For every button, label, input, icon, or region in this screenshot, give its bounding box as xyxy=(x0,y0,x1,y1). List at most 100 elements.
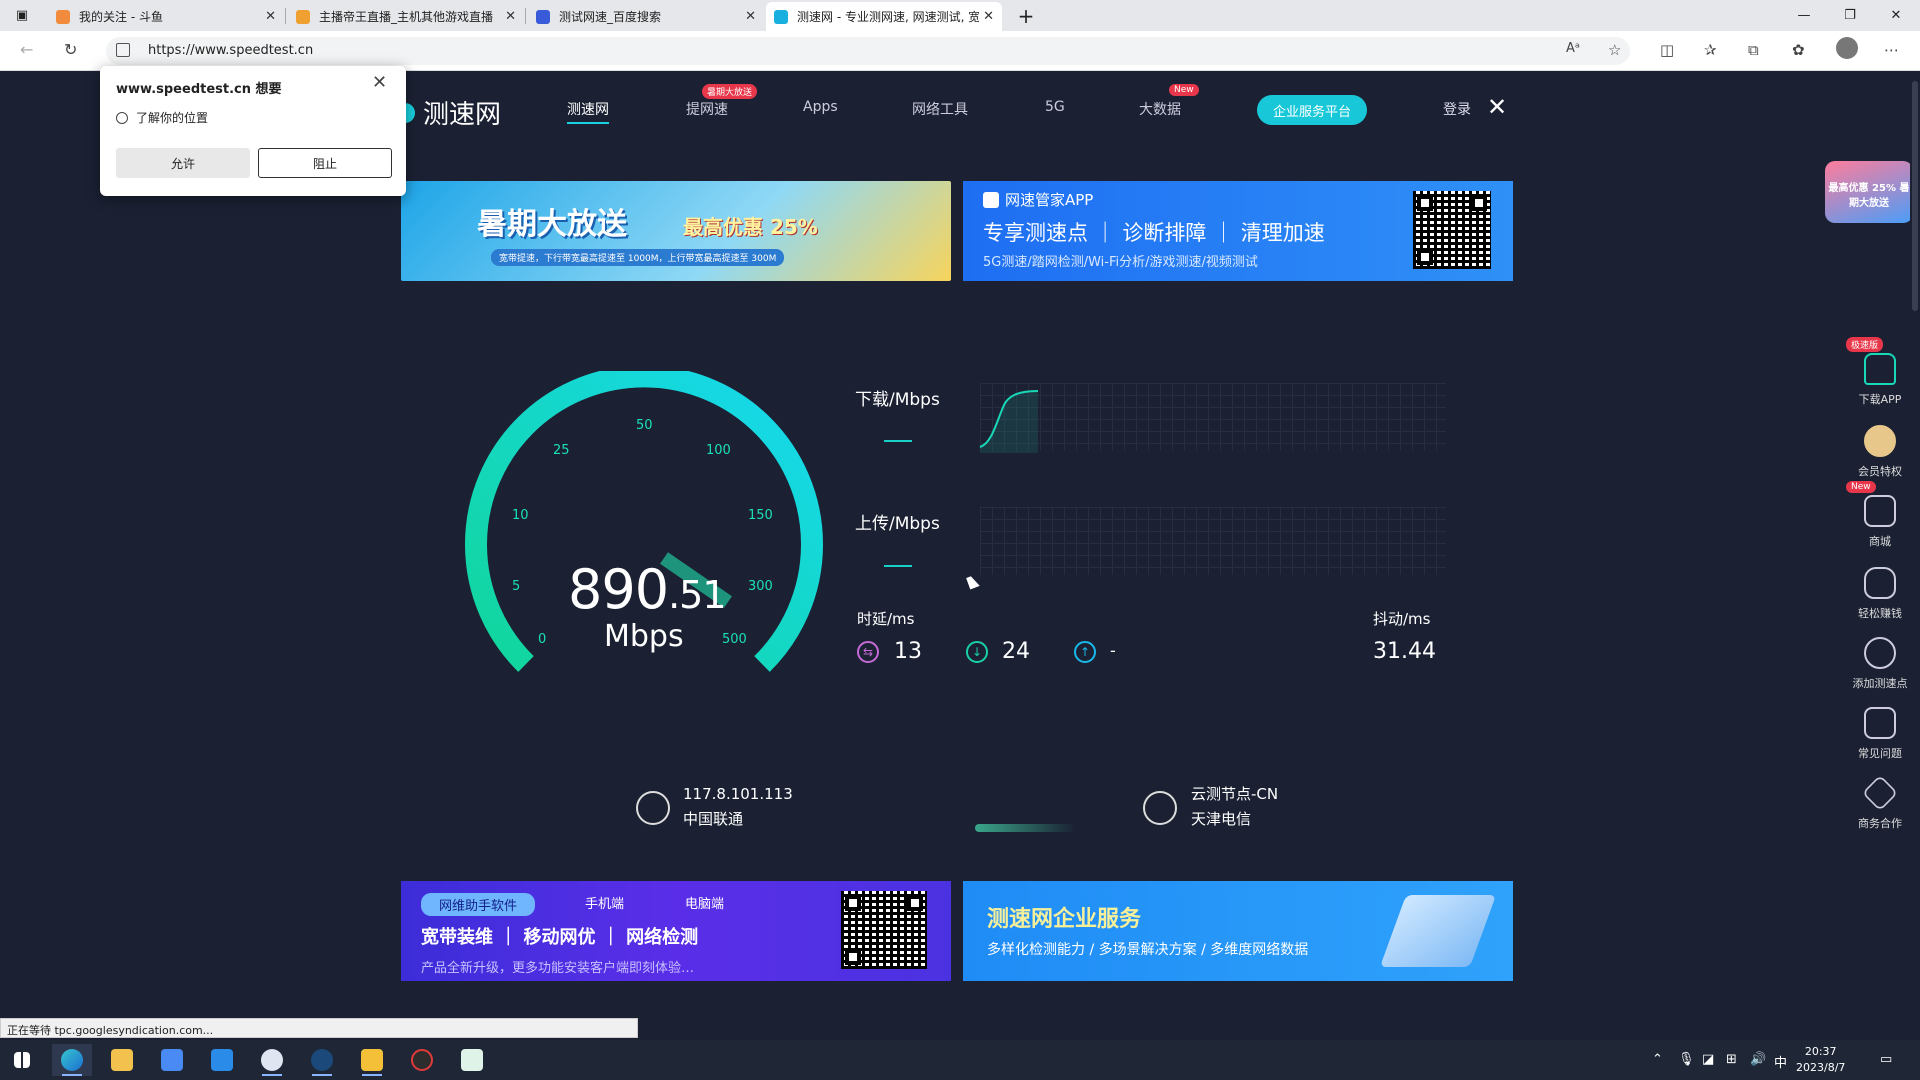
baidu-favicon-icon xyxy=(536,9,550,24)
server-isp: 天津电信 xyxy=(1191,810,1252,828)
page-scrollbar[interactable] xyxy=(1910,71,1920,1035)
collections-icon[interactable]: ⧉ xyxy=(1748,41,1759,59)
taskbar-app-notepad[interactable] xyxy=(452,1044,492,1076)
tab-separator xyxy=(285,8,286,24)
taskbar-file-explorer[interactable] xyxy=(102,1044,142,1076)
nav-5g[interactable]: 5G xyxy=(1045,99,1065,115)
url-field[interactable]: https://www.speedtest.cn xyxy=(106,37,1630,65)
jitter-value: 31.44 xyxy=(1373,639,1436,664)
tray-chevron-icon[interactable]: ⌃ xyxy=(1652,1052,1663,1067)
start-button[interactable] xyxy=(2,1044,42,1076)
url-text[interactable]: https://www.speedtest.cn xyxy=(148,43,313,58)
server-info[interactable]: 云测节点-CN 天津电信 xyxy=(1191,782,1278,832)
favorite-star-icon[interactable]: ☆ xyxy=(1608,41,1621,59)
app-banner-header-text: 网速管家APP xyxy=(1005,191,1094,209)
close-icon[interactable]: ✕ xyxy=(1487,93,1507,121)
running-indicator xyxy=(362,1074,382,1076)
mouse-cursor-icon xyxy=(966,574,980,590)
site-logo[interactable]: 测速网 xyxy=(405,94,501,131)
tab-close-icon[interactable]: ✕ xyxy=(265,9,276,24)
download-label: 下载/Mbps xyxy=(855,390,940,410)
nav-speedtest[interactable]: 测速网 xyxy=(567,99,609,124)
tab-livestream[interactable]: 主播帝王直播_主机其他游戏直播 ✕ xyxy=(288,2,524,31)
tab-label: 测试网速_百度搜索 xyxy=(559,10,662,24)
nav-apps[interactable]: Apps xyxy=(803,99,838,115)
taskbar-mail[interactable] xyxy=(202,1044,242,1076)
more-menu-icon[interactable]: ⋯ xyxy=(1884,41,1899,59)
taskbar-steam[interactable] xyxy=(302,1044,342,1076)
tab-label: 我的关注 - 斗鱼 xyxy=(79,10,163,24)
enterprise-platform-button[interactable]: 企业服务平台 xyxy=(1257,95,1367,125)
sidebar-item-membership[interactable]: 会员特权 xyxy=(1840,425,1920,479)
qr-code-icon xyxy=(1413,191,1491,269)
summer-promo-banner[interactable]: 暑期大放送 最高优惠 25% 宽带提速，下行带宽最高提速至 1000M，上行带宽… xyxy=(401,181,951,281)
nav-boost[interactable]: 提网速 xyxy=(686,99,728,119)
sidebar-label: 添加测速点 xyxy=(1852,677,1908,690)
windows-taskbar: ⌃ 🎙 ◪ ⊞ 🔊 中 20:37 2023/8/7 ▭ xyxy=(0,1040,1920,1080)
block-button[interactable]: 阻止 xyxy=(258,148,392,178)
server-name[interactable]: 云测节点-CN xyxy=(1191,782,1278,807)
scrollbar-thumb[interactable] xyxy=(1912,81,1918,311)
nav-big-data[interactable]: 大数据 xyxy=(1139,99,1181,119)
new-tab-button[interactable]: + xyxy=(1004,0,1048,31)
sidebar-item-add-node[interactable]: 添加测速点 xyxy=(1840,637,1920,691)
permission-title: www.speedtest.cn 想要 xyxy=(116,82,282,97)
taskbar-app-owl[interactable] xyxy=(352,1044,392,1076)
read-aloud-icon[interactable]: Aᵃ xyxy=(1566,41,1580,56)
minimize-button[interactable]: — xyxy=(1782,0,1826,31)
close-icon[interactable]: ✕ xyxy=(372,72,387,93)
assistant-software-banner[interactable]: 网维助手软件 手机端 电脑端 宽带装维 ｜ 移动网优 ｜ 网络检测 产品全新升级… xyxy=(401,881,951,981)
summer-promo-badge[interactable]: 最高优惠 25% 暑期大放送 xyxy=(1825,161,1913,223)
app-promo-banner[interactable]: 网速管家APP 专享测速点 ｜ 诊断排障 ｜ 清理加速 5G测速/踏网检测/Wi… xyxy=(963,181,1513,281)
app-banner-sub: 5G测速/踏网检测/Wi-Fi分析/游戏测速/视频测试 xyxy=(983,255,1258,270)
tab-close-icon[interactable]: ✕ xyxy=(505,9,516,24)
question-icon xyxy=(1864,707,1896,739)
restore-button[interactable]: ❐ xyxy=(1828,0,1872,31)
clock[interactable]: 20:37 2023/8/7 xyxy=(1796,1044,1845,1076)
enterprise-service-banner[interactable]: 测速网企业服务 多样化检测能力 / 多场景解决方案 / 多维度网络数据 xyxy=(963,881,1513,981)
taskbar-flight-app[interactable] xyxy=(252,1044,292,1076)
login-link[interactable]: 登录 xyxy=(1443,99,1471,119)
close-window-button[interactable]: ✕ xyxy=(1874,0,1918,31)
volume-icon[interactable]: 🔊 xyxy=(1750,1052,1766,1067)
back-icon[interactable]: ← xyxy=(20,40,33,59)
tab-douyu[interactable]: 我的关注 - 斗鱼 ✕ xyxy=(48,2,284,31)
taskbar-app-speed[interactable] xyxy=(402,1044,442,1076)
allow-button[interactable]: 允许 xyxy=(116,148,250,178)
sidebar-item-faq[interactable]: 常见问题 xyxy=(1840,707,1920,761)
notepad-icon xyxy=(461,1049,483,1071)
folder-icon xyxy=(111,1049,133,1071)
app-banner-header: 网速管家APP xyxy=(983,189,1093,210)
assistant-banner-pill: 网维助手软件 xyxy=(421,893,536,916)
sidebar-item-shop[interactable]: 商城 xyxy=(1840,495,1920,549)
ime-indicator[interactable]: 中 xyxy=(1774,1052,1787,1071)
tab-speedtest[interactable]: 测速网 - 专业测网速, 网速测试, 宽 ✕ xyxy=(766,2,1002,31)
taskbar-store[interactable] xyxy=(152,1044,192,1076)
tab-close-icon[interactable]: ✕ xyxy=(983,9,994,24)
microphone-icon[interactable]: 🎙 xyxy=(1678,1052,1695,1067)
network-icon[interactable]: ⊞ xyxy=(1726,1052,1737,1067)
split-screen-icon[interactable]: ◫ xyxy=(1660,41,1674,59)
favorites-icon[interactable]: ✰ xyxy=(1704,41,1717,59)
refresh-icon[interactable]: ↻ xyxy=(64,40,77,59)
tab-close-icon[interactable]: ✕ xyxy=(745,9,756,24)
download-curve xyxy=(979,390,1038,453)
notification-icon[interactable]: ▭ xyxy=(1880,1052,1892,1067)
tab-baidu[interactable]: 测试网速_百度搜索 ✕ xyxy=(528,2,764,31)
sidebar-item-earn[interactable]: 轻松赚钱 xyxy=(1840,567,1920,621)
ping-value: 13 xyxy=(894,639,922,664)
summer-banner-offer: 最高优惠 25% xyxy=(683,215,818,239)
extensions-icon[interactable]: ✿ xyxy=(1792,41,1805,59)
profile-avatar[interactable] xyxy=(1836,37,1858,59)
enterprise-banner-main: 测速网企业服务 xyxy=(987,907,1142,932)
sidebar-item-download-app[interactable]: 下载APP xyxy=(1840,353,1920,407)
edge-icon xyxy=(61,1049,83,1071)
tray-app-icon[interactable]: ◪ xyxy=(1702,1052,1714,1067)
tab-actions-icon[interactable]: ▣ xyxy=(0,0,44,31)
nav-network-tools[interactable]: 网络工具 xyxy=(912,99,968,119)
upload-latency-icon: ↑ xyxy=(1074,641,1096,663)
taskbar-edge[interactable] xyxy=(52,1044,92,1076)
sidebar-item-business[interactable]: 商务合作 xyxy=(1840,774,1920,831)
gauge-tick-label: 5 xyxy=(512,579,521,594)
lock-icon[interactable] xyxy=(116,43,130,57)
